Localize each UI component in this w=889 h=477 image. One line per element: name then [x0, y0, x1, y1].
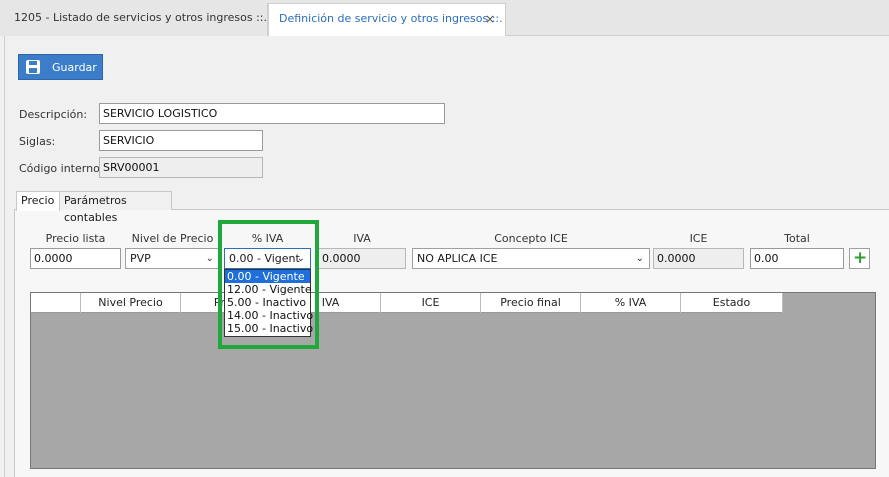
total-field[interactable]: 0.00	[750, 248, 844, 269]
descripcion-label: Descripción:	[19, 108, 88, 121]
grid-header-ice[interactable]: ICE	[381, 293, 481, 313]
codigo-interno-label: Código interno:	[19, 162, 104, 175]
nivel-precio-header: Nivel de Precio	[131, 232, 214, 245]
grid-header-selector	[31, 293, 81, 313]
grid-header-nivel-precio[interactable]: Nivel Precio	[81, 293, 181, 313]
iva-header: IVA	[353, 232, 371, 245]
tab-label: 1205 - Listado de servicios y otros ingr…	[14, 11, 267, 24]
tab-precio[interactable]: Precio	[16, 191, 60, 211]
grid-header-estado[interactable]: Estado	[681, 293, 783, 313]
save-button[interactable]: Guardar	[18, 54, 103, 80]
precios-grid[interactable]: Nivel Precio Precio IVA ICE Precio final…	[30, 292, 876, 469]
document-tab-bar: 1205 - Listado de servicios y otros ingr…	[0, 0, 889, 37]
concepto-ice-select[interactable]: NO APLICA ICE ⌄	[412, 248, 650, 269]
save-button-label: Guardar	[52, 61, 97, 74]
siglas-label: Siglas:	[19, 135, 56, 148]
ice-header: ICE	[689, 232, 708, 245]
tab-listado-servicios[interactable]: 1205 - Listado de servicios y otros ingr…	[0, 3, 268, 36]
close-icon[interactable]: ×	[485, 4, 495, 34]
total-header: Total	[784, 232, 810, 245]
precio-lista-header: Precio lista	[45, 232, 106, 245]
grid-header-precio-final[interactable]: Precio final	[481, 293, 581, 313]
chevron-down-icon: ⌄	[205, 253, 214, 264]
ice-field: 0.0000	[653, 248, 744, 269]
grid-header-pct-iva[interactable]: % IVA	[581, 293, 681, 313]
add-price-button[interactable]: +	[849, 248, 870, 269]
tab-label: Definición de servicio y otros ingresos …	[279, 12, 503, 25]
concepto-ice-header: Concepto ICE	[494, 232, 568, 245]
precio-lista-field[interactable]: 0.0000	[30, 248, 121, 269]
chevron-down-icon: ⌄	[635, 253, 644, 264]
descripcion-field[interactable]: SERVICIO LOGISTICO	[99, 103, 445, 124]
iva-field: 0.0000	[318, 248, 406, 269]
grid-header: Nivel Precio Precio IVA ICE Precio final…	[31, 293, 783, 313]
nivel-precio-select[interactable]: PVP ⌄	[125, 248, 220, 269]
tab-definicion-servicio[interactable]: Definición de servicio y otros ingresos …	[268, 3, 506, 37]
codigo-interno-field: SRV00001	[99, 157, 263, 178]
siglas-field[interactable]: SERVICIO	[99, 130, 263, 151]
floppy-disk-icon	[26, 60, 40, 74]
add-plus-icon: +	[853, 248, 868, 268]
concepto-ice-value: NO APLICA ICE	[417, 252, 498, 265]
highlight-box	[218, 220, 319, 349]
nivel-precio-value: PVP	[130, 252, 151, 265]
tab-parametros-contables[interactable]: Parámetros contables	[59, 191, 172, 224]
